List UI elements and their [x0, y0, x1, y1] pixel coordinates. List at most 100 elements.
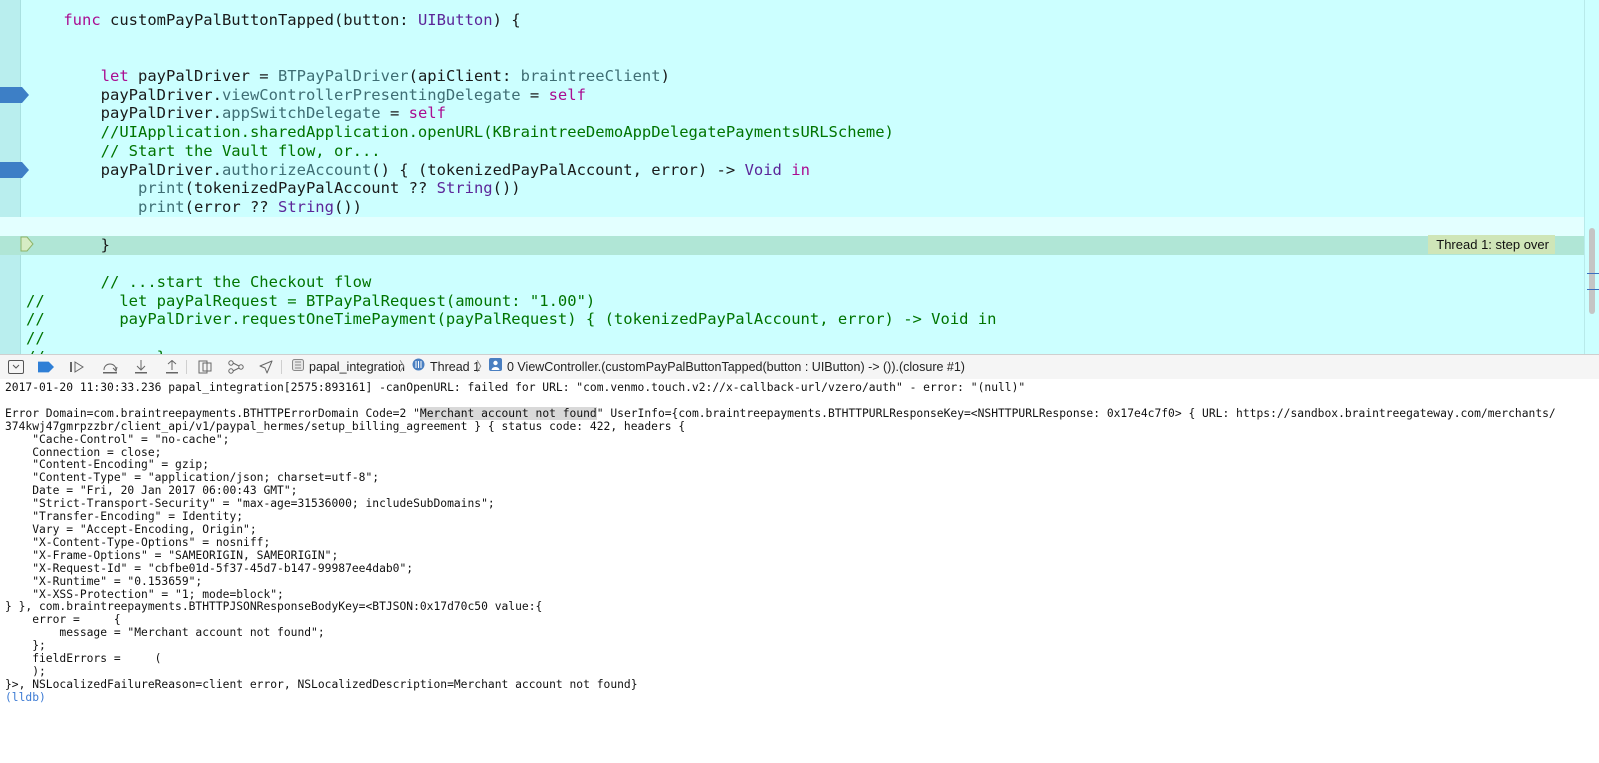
code-token: viewControllerPresentingDelegate [221, 86, 521, 104]
code-line[interactable]: payPalDriver.viewControllerPresentingDel… [0, 86, 1599, 105]
code-token: (tokenizedPayPalAccount ?? [184, 179, 437, 197]
code-token: //UIApplication.sharedApplication.openUR… [26, 123, 894, 141]
console-error-body: 374kwj47gmrpzzbr/client_api/v1/paypal_he… [5, 419, 686, 691]
code-token: ()) [333, 198, 362, 216]
code-token: appSwitchDelegate [221, 104, 381, 122]
code-token: // ...start the Checkout flow [26, 273, 372, 291]
code-token: String [436, 179, 493, 197]
code-line[interactable] [0, 217, 1599, 236]
code-token: self [408, 104, 446, 122]
code-line[interactable]: // Start the Vault flow, or... [0, 142, 1599, 161]
console-error-suffix: " UserInfo={com.braintreepayments.BTHTTP… [596, 406, 1556, 420]
breadcrumb-separator: 〉 [476, 359, 490, 374]
breadcrumb-frame-label: 0 ViewController.(customPayPalButtonTapp… [507, 360, 965, 374]
code-token: // [26, 329, 45, 347]
memory-graph-icon[interactable] [228, 359, 244, 375]
code-line[interactable] [0, 48, 1599, 67]
breadcrumb-target-label: papal_integration [309, 360, 405, 374]
code-token: BTPayPalDriver [277, 67, 409, 85]
code-line[interactable]: print(tokenizedPayPalAccount ?? String()… [0, 179, 1599, 198]
code-token: = [380, 104, 409, 122]
code-line[interactable]: // [0, 329, 1599, 348]
separator [281, 360, 282, 374]
code-line[interactable]: payPalDriver.authorizeAccount() { (token… [0, 161, 1599, 180]
ruler-mark [1587, 273, 1599, 274]
hide-debug-area-icon[interactable] [8, 359, 24, 375]
code-token: customPayPalButtonTapped(button: [100, 11, 418, 29]
breadcrumb-separator: 〉 [399, 359, 413, 374]
step-over-icon[interactable] [102, 359, 118, 375]
code-token: } [26, 236, 110, 254]
code-token: func [63, 11, 101, 29]
breadcrumb-thread[interactable]: Thread 1 [412, 358, 480, 376]
step-out-icon[interactable] [164, 359, 180, 375]
code-token: UIButton [417, 11, 493, 29]
code-token: payPalDriver = [128, 67, 278, 85]
code-token: = [520, 86, 549, 104]
breadcrumb-target[interactable]: papal_integration [292, 358, 405, 376]
code-token: ) [660, 67, 670, 85]
code-line[interactable] [0, 255, 1599, 274]
source-editor[interactable]: func customPayPalButtonTapped(button: UI… [0, 0, 1599, 354]
scroll-thumb[interactable] [1589, 228, 1595, 314]
code-line[interactable]: //UIApplication.sharedApplication.openUR… [0, 123, 1599, 142]
breakpoint-marker[interactable] [0, 87, 29, 103]
instruction-pointer-icon[interactable] [20, 236, 34, 252]
code-line[interactable]: // ...start the Checkout flow [0, 273, 1599, 292]
code-token: authorizeAccount [221, 161, 372, 179]
separator [186, 360, 187, 374]
code-line[interactable]: } [0, 236, 1599, 255]
code-line[interactable]: func customPayPalButtonTapped(button: UI… [0, 11, 1599, 30]
code-token: braintreeClient [520, 67, 661, 85]
code-token: // Start the Vault flow, or... [26, 142, 381, 160]
continue-icon[interactable] [70, 359, 86, 375]
console-output[interactable]: 2017-01-20 11:30:33.236 papal_integratio… [5, 381, 1556, 705]
breakpoints-toggle-icon[interactable] [38, 359, 54, 375]
code-token: // let payPalRequest = BTPayPalRequest(a… [26, 292, 596, 310]
code-line[interactable]: // payPalDriver.requestOneTimePayment(pa… [0, 310, 1599, 329]
thread-icon [412, 358, 425, 376]
code-token: () { (tokenizedPayPalAccount, error) -> [371, 161, 745, 179]
debug-view-hierarchy-icon[interactable] [197, 359, 213, 375]
code-token: // payPalDriver.requestOneTimePayment(pa… [26, 310, 997, 328]
lldb-prompt[interactable]: (lldb) [5, 691, 46, 704]
code-token: (apiClient: [408, 67, 521, 85]
code-token: payPalDriver. [26, 161, 222, 179]
app-target-icon [292, 358, 304, 376]
console-log-line: 2017-01-20 11:30:33.236 papal_integratio… [5, 381, 1026, 394]
breadcrumb-frame[interactable]: 0 ViewController.(customPayPalButtonTapp… [489, 358, 965, 376]
code-line[interactable]: print(error ?? String()) [0, 198, 1599, 217]
code-token: let [100, 67, 129, 85]
code-token: Void [744, 161, 782, 179]
code-token: String [277, 198, 334, 216]
code-token: self [548, 86, 586, 104]
breakpoint-marker[interactable] [0, 162, 29, 178]
code-token: payPalDriver. [26, 104, 222, 122]
code-token: payPalDriver. [26, 86, 222, 104]
simulate-location-icon[interactable] [258, 359, 274, 375]
code-token: in [791, 161, 810, 179]
code-token: print [137, 198, 185, 216]
code-line[interactable]: // let payPalRequest = BTPayPalRequest(a… [0, 292, 1599, 311]
breadcrumb-thread-label: Thread 1 [430, 360, 481, 374]
debug-bar: papal_integration 〉 Thread 1 〉 0 ViewCon… [0, 354, 1599, 380]
code-line[interactable]: payPalDriver.appSwitchDelegate = self [0, 104, 1599, 123]
code-line[interactable]: let payPalDriver = BTPayPalDriver(apiCli… [0, 67, 1599, 86]
code-token: (error ?? [184, 198, 278, 216]
step-into-icon[interactable] [133, 359, 149, 375]
console-error-prefix: Error Domain=com.braintreepayments.BTHTT… [5, 406, 420, 420]
editor-scrollbar[interactable] [1584, 0, 1599, 354]
console-search-highlight: Merchant account not found [419, 406, 597, 420]
stack-frame-icon [489, 358, 502, 376]
ruler-mark [1587, 289, 1599, 290]
code-token: print [137, 179, 185, 197]
code-token: ) { [492, 11, 521, 29]
debug-console[interactable]: 2017-01-20 11:30:33.236 papal_integratio… [0, 379, 1599, 763]
thread-step-label: Thread 1: step over [1428, 235, 1555, 254]
code-token: ()) [492, 179, 521, 197]
